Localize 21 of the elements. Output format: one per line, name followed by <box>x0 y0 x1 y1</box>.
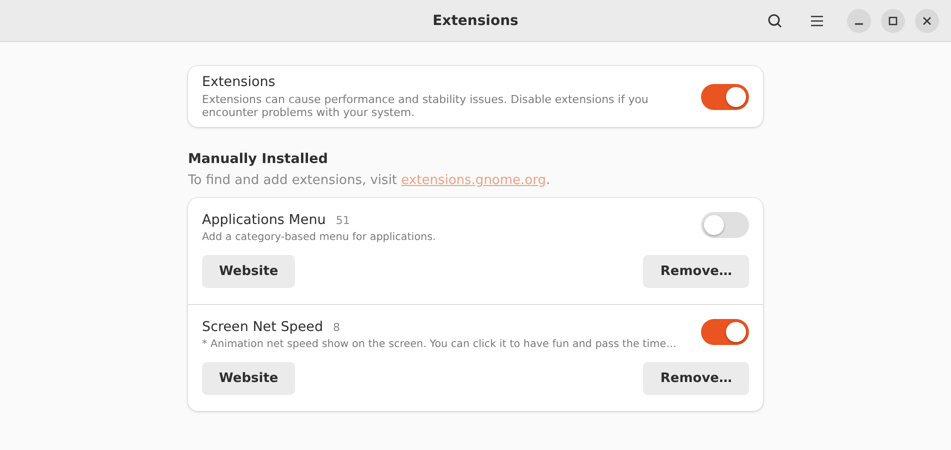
extension-description: * Animation net speed show on the screen. You can click it to have fun and pass the time… <box>202 338 677 351</box>
minimize-icon[interactable] <box>847 8 871 32</box>
version-number: 51 <box>336 214 350 227</box>
section-hint: To find and add extensions, visit extensions.gnome.org. <box>188 173 552 188</box>
extension-description: Add a category-based menu for applications. <box>202 231 436 244</box>
version-number: 8 <box>333 321 340 334</box>
website-button[interactable]: Website <box>202 362 296 395</box>
remove-button[interactable]: Remove… <box>643 255 749 288</box>
extension-name: Applications Menu <box>202 212 326 228</box>
section-heading: Manually Installed <box>188 151 329 167</box>
toggle-switch[interactable] <box>701 84 749 110</box>
maximize-icon[interactable] <box>881 8 905 32</box>
toggle-switch[interactable] <box>701 212 749 238</box>
close-icon[interactable] <box>915 8 939 32</box>
extension-name: Screen Net Speed <box>202 319 324 335</box>
setting-description: Extensions can cause performance and stability issues. Disable extensions if you encounter problems with your system. <box>202 93 650 119</box>
remove-button[interactable]: Remove… <box>643 362 749 395</box>
toggle-switch[interactable] <box>701 319 749 345</box>
setting-title: Extensions <box>202 74 276 90</box>
website-button[interactable]: Website <box>202 255 296 288</box>
window-title: Extensions <box>432 12 518 28</box>
